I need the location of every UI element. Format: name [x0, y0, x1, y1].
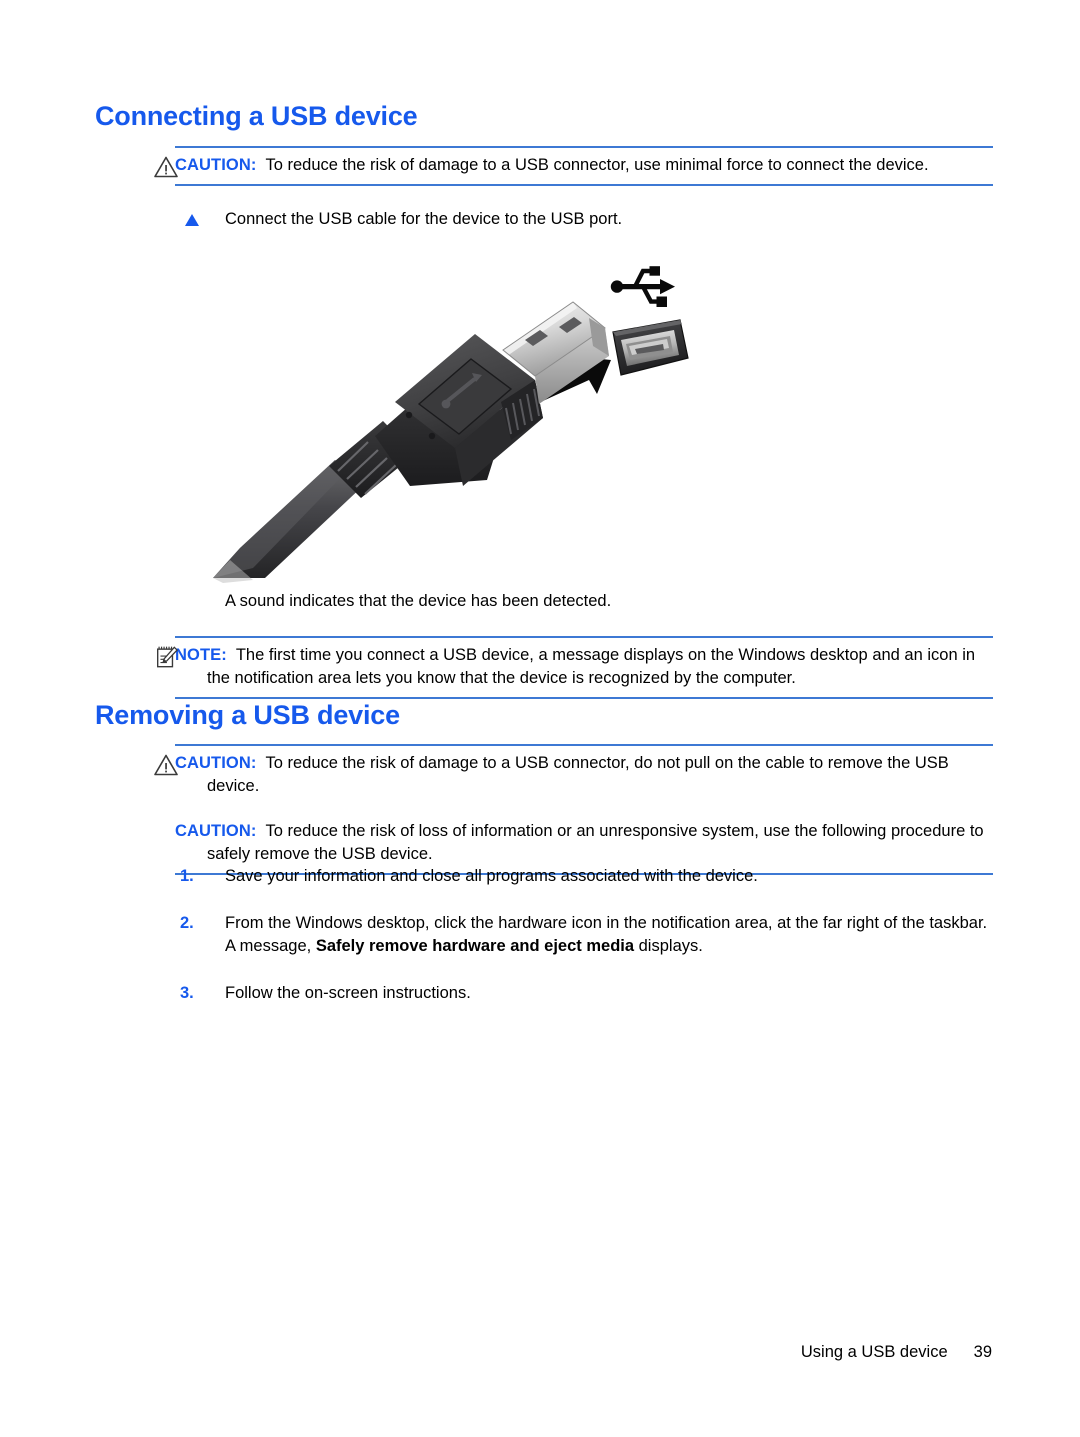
page-title-removing-a-usb-device: Removing a USB device: [95, 700, 400, 730]
admonition-row: CAUTION: To reduce the risk of damage to …: [154, 752, 993, 798]
admonition-row: CAUTION: To reduce the risk of damage to …: [154, 154, 993, 178]
list-item: 2. From the Windows desktop, click the h…: [175, 912, 995, 958]
footer-section-label: Using a USB device: [800, 1343, 948, 1361]
step-number: 2.: [180, 914, 194, 932]
step-number: 3.: [180, 984, 194, 1002]
instruction-connect-usb-cable: Connect the USB cable for the device to …: [185, 208, 985, 231]
sound-detected-paragraph: A sound indicates that the device has be…: [225, 590, 985, 613]
instruction-text: Connect the USB cable for the device to …: [225, 210, 623, 228]
page-title-connecting-a-usb-device: Connecting a USB device: [95, 101, 418, 131]
list-item: 3. Follow the on-screen instructions.: [175, 982, 995, 1005]
step-text-tail: displays.: [634, 937, 703, 955]
note-pad-pencil-icon: [157, 646, 178, 668]
footer-page-number: 39: [973, 1343, 992, 1361]
step-emphasis: Safely remove hardware and eject media: [315, 937, 635, 955]
step-number: 1.: [180, 867, 194, 885]
caution-block-removing: CAUTION: To reduce the risk of damage to …: [154, 744, 993, 875]
step-text: Save your information and close all prog…: [225, 867, 758, 885]
usb-trident-icon: [610, 266, 675, 307]
caution-body: To reduce the risk of loss of informatio…: [207, 822, 984, 863]
note-body: The first time you connect a USB device,…: [207, 646, 976, 687]
usb-cable-plug-and-port-illustration: [213, 266, 689, 583]
caution-label: CAUTION:: [175, 754, 257, 772]
note-block: NOTE: The first time you connect a USB de…: [157, 636, 993, 699]
admonition-row: CAUTION: To reduce the risk of loss of in…: [175, 820, 993, 866]
admonition-text: CAUTION: To reduce the risk of damage to …: [175, 752, 993, 798]
admonition-text: CAUTION: To reduce the risk of loss of in…: [175, 820, 993, 866]
step-text: Follow the on-screen instructions.: [225, 984, 471, 1002]
admonition-text: CAUTION: To reduce the risk of damage to …: [175, 154, 993, 177]
caution-body: To reduce the risk of damage to a USB co…: [207, 754, 949, 795]
caution-label: CAUTION:: [175, 156, 257, 174]
admonition-row: NOTE: The first time you connect a USB de…: [157, 644, 993, 690]
caution-triangle-icon: [154, 156, 178, 178]
usb-port-receptacle: [612, 319, 689, 376]
admonition-text: NOTE: The first time you connect a USB de…: [175, 644, 993, 690]
triangle-bullet-icon: [185, 214, 199, 226]
caution-body: To reduce the risk of damage to a USB co…: [265, 156, 929, 174]
caution-label: CAUTION:: [175, 822, 257, 840]
sound-detected-text: A sound indicates that the device has be…: [225, 592, 612, 610]
caution-block-connecting: CAUTION: To reduce the risk of damage to …: [154, 146, 993, 186]
page-footer: Using a USB device 39: [0, 1343, 1080, 1362]
list-item: 1. Save your information and close all p…: [175, 865, 995, 888]
removal-steps-list: 1. Save your information and close all p…: [175, 865, 995, 1029]
note-label: NOTE:: [175, 646, 227, 664]
document-page: Connecting a USB device CAUTION: To reduc…: [0, 0, 1080, 1437]
caution-triangle-icon: [154, 754, 178, 776]
